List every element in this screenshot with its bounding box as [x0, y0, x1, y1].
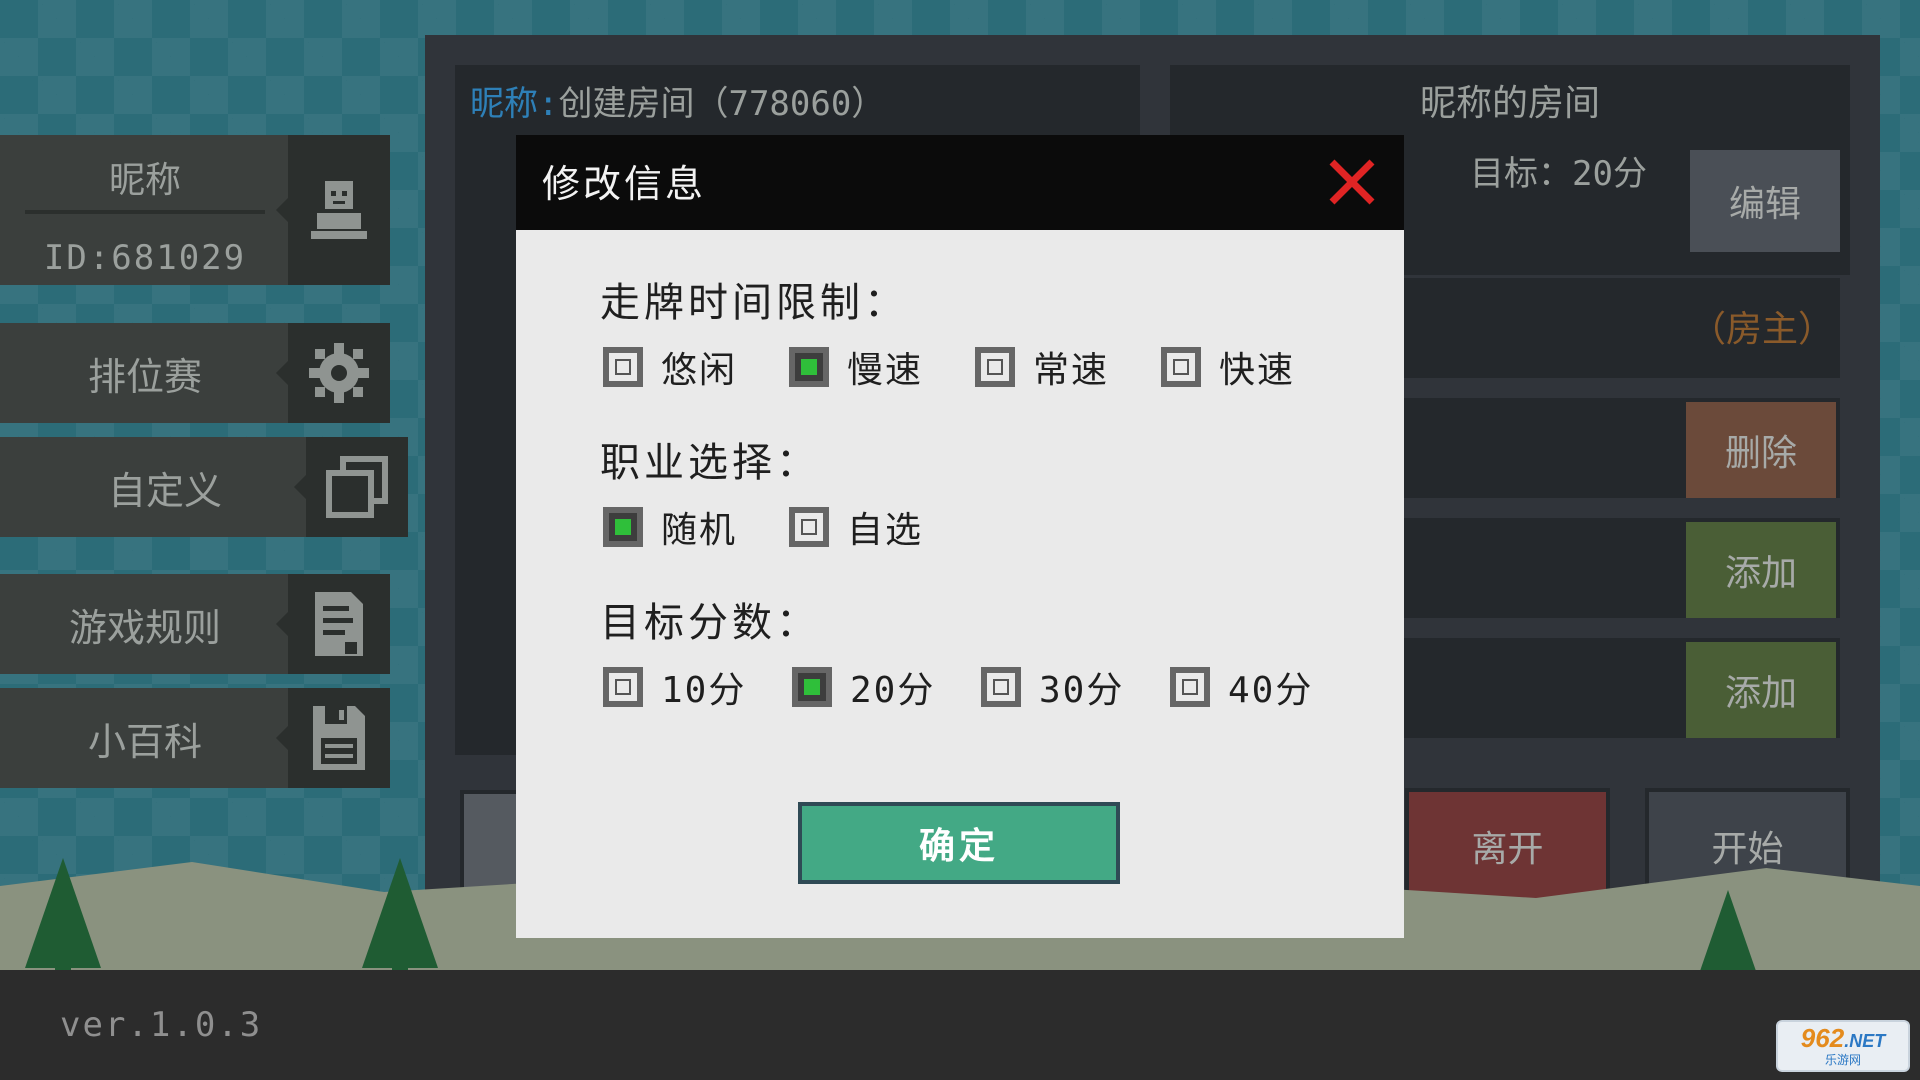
menu-item-ranked[interactable]: 排位赛: [0, 323, 390, 423]
target-score-title: 目标分数：: [600, 600, 820, 646]
option-label: 40分: [1228, 670, 1314, 711]
leave-button[interactable]: 离开: [1405, 788, 1610, 904]
add-button-1[interactable]: 添加: [1686, 522, 1836, 618]
option-normal[interactable]: 常速: [975, 342, 1109, 392]
menu-item-rules[interactable]: 游戏规则: [0, 574, 390, 674]
option-label: 快速: [1219, 350, 1296, 391]
version-label: ver.1.0.3: [60, 1005, 263, 1045]
option-leisure[interactable]: 悠闲: [603, 342, 737, 392]
document-icon: [315, 592, 363, 656]
class-select-title: 职业选择：: [600, 440, 820, 486]
menu-item-label: 小百科: [87, 719, 202, 764]
option-slow[interactable]: 慢速: [789, 342, 923, 392]
option-label: 30分: [1039, 670, 1125, 711]
confirm-button[interactable]: 确定: [798, 802, 1120, 884]
modal-title: 修改信息: [542, 161, 707, 206]
profile-id: ID:681029: [43, 238, 247, 278]
option-choose[interactable]: 自选: [789, 502, 923, 552]
room-name: 昵称的房间: [1419, 83, 1600, 124]
delete-button[interactable]: 删除: [1686, 402, 1836, 498]
option-fast[interactable]: 快速: [1161, 342, 1295, 392]
option-label: 随机: [661, 510, 738, 551]
option-label: 自选: [847, 510, 924, 551]
option-label: 常速: [1033, 350, 1110, 391]
room-title-rest: 创建房间（778060）: [558, 83, 886, 124]
ground: [0, 970, 1920, 1080]
menu-item-custom[interactable]: 自定义: [0, 437, 408, 537]
tree: [362, 858, 438, 990]
avatar-icon: [311, 181, 367, 239]
profile-divider: [25, 210, 265, 214]
option-label: 10分: [661, 670, 747, 711]
option-score-10[interactable]: 10分: [603, 662, 746, 712]
close-button[interactable]: [1322, 152, 1382, 212]
option-label: 20分: [850, 670, 936, 711]
floppy-icon: [313, 706, 365, 770]
close-icon: [1329, 159, 1375, 205]
copy-icon: [326, 456, 388, 518]
option-score-30[interactable]: 30分: [981, 662, 1124, 712]
time-limit-title: 走牌时间限制：: [600, 280, 908, 326]
tree: [25, 858, 101, 990]
add-button-2[interactable]: 添加: [1686, 642, 1836, 738]
option-label: 慢速: [847, 350, 924, 391]
gear-icon: [309, 343, 369, 403]
watermark-sub: 乐游网: [1824, 1052, 1861, 1067]
watermark-suffix: .NET: [1844, 1030, 1886, 1051]
option-score-20[interactable]: 20分: [792, 662, 935, 712]
menu-item-label: 游戏规则: [68, 605, 221, 650]
option-random[interactable]: 随机: [603, 502, 737, 552]
menu-item-wiki[interactable]: 小百科: [0, 688, 390, 788]
profile-name: 昵称: [108, 160, 181, 201]
room-left-title: 昵称: 创建房间（778060）: [455, 65, 1140, 135]
menu-item-label: 自定义: [107, 468, 222, 513]
host-tag: （房主）: [1690, 309, 1835, 350]
room-target: 目标：20分: [1470, 153, 1647, 194]
option-label: 悠闲: [661, 350, 738, 391]
profile-card[interactable]: 昵称 ID:681029: [0, 135, 390, 285]
avatar: [276, 135, 390, 285]
menu-item-label: 排位赛: [87, 354, 202, 399]
edit-button[interactable]: 编辑: [1690, 150, 1840, 252]
option-score-40[interactable]: 40分: [1170, 662, 1313, 712]
watermark-logo: 962.NET 乐游网: [1776, 1020, 1910, 1072]
watermark-brand: 962: [1800, 1022, 1845, 1053]
room-title-nick: 昵称:: [470, 83, 559, 124]
